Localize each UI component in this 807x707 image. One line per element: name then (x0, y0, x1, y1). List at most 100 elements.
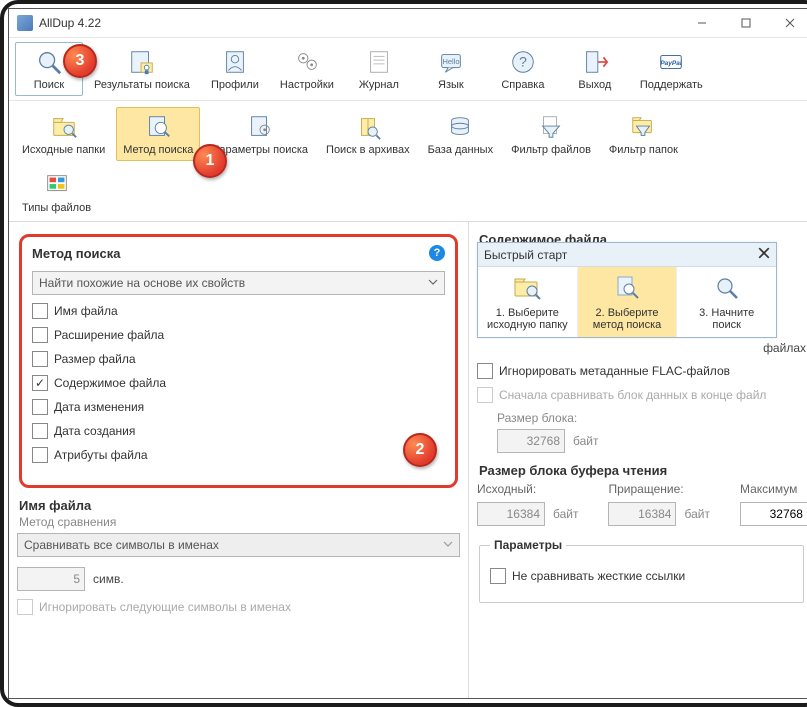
right-column: Содержимое файла Быстрый старт 1. Выбери… (469, 222, 807, 699)
ignore-flac-row[interactable]: Игнорировать метаданные FLAC-файлов (477, 363, 806, 379)
ignore-flac-check[interactable] (477, 363, 493, 379)
ribbon-results[interactable]: Результаты поиска (87, 42, 197, 96)
svg-text:Hello: Hello (442, 57, 459, 66)
ribbon-file-types[interactable]: Типы файлов (15, 165, 98, 219)
ignore-chars-check (17, 599, 33, 615)
ribbon-file-filter[interactable]: Фильтр файлов (504, 107, 598, 161)
ribbon-donate[interactable]: PayPalПоддержать (633, 42, 710, 96)
chevron-down-icon (443, 538, 453, 552)
left-column: Метод поиска ? Найти похожие на основе и… (9, 222, 469, 699)
filename-combo[interactable]: Сравнивать все символы в именах (17, 533, 460, 557)
src-folders-icon (47, 112, 81, 142)
max-input[interactable] (740, 502, 807, 526)
method-ext-label: Расширение файла (54, 328, 164, 342)
method-size-label: Размер файла (54, 352, 136, 366)
minimize-button[interactable] (680, 9, 724, 37)
method-ext-check[interactable] (32, 327, 48, 343)
hardlinks-row[interactable]: Не сравнивать жесткие ссылки (490, 568, 793, 584)
titlebar: AllDup 4.22 (9, 9, 807, 38)
method-cdate-row[interactable]: Дата создания (32, 423, 445, 439)
ribbon-profiles[interactable]: Профили (201, 42, 269, 96)
quick-step-2[interactable]: 2. Выберитеметод поиска (578, 267, 678, 337)
tail-first-label: Сначала сравнивать блок данных в конце ф… (499, 388, 766, 402)
ribbon: ПоискРезультаты поискаПрофилиНастройкиЖу… (9, 38, 807, 222)
ignore-flac-label: Игнорировать метаданные FLAC-файлов (499, 364, 730, 378)
search-method-icon (141, 112, 175, 142)
chevron-down-icon (428, 276, 438, 290)
file-types-icon (40, 170, 74, 200)
buffer-title: Размер блока буфера чтения (479, 463, 804, 478)
callout-1: 1 (193, 144, 227, 178)
method-ext-row[interactable]: Расширение файла (32, 327, 445, 343)
hardlinks-check[interactable] (490, 568, 506, 584)
ribbon-label: Фильтр папок (609, 144, 678, 156)
filename-sub: Метод сравнения (19, 515, 458, 529)
folder-filter-icon (626, 112, 660, 142)
ribbon-label: Язык (438, 79, 464, 91)
block-size-input (497, 429, 565, 453)
window-title: AllDup 4.22 (39, 16, 680, 30)
method-name-check[interactable] (32, 303, 48, 319)
min-chars-unit: симв. (93, 572, 124, 586)
ribbon-label: Выход (578, 79, 611, 91)
method-content-label: Содержимое файла (54, 376, 166, 390)
params-title: Параметры (490, 538, 566, 552)
file-filter-icon (534, 112, 568, 142)
src-header: Исходный: (477, 482, 578, 496)
method-content-check[interactable] (32, 375, 48, 391)
ribbon-settings[interactable]: Настройки (273, 42, 341, 96)
search-icon (32, 47, 66, 77)
close-button[interactable] (768, 9, 807, 37)
method-cdate-label: Дата создания (54, 424, 135, 438)
ribbon-label: Типы файлов (22, 202, 91, 214)
ribbon-src-folders[interactable]: Исходные папки (15, 107, 112, 161)
settings-icon (290, 47, 324, 77)
ribbon-journal[interactable]: Журнал (345, 42, 413, 96)
content-area: Метод поиска ? Найти похожие на основе и… (9, 222, 807, 699)
method-attr-row[interactable]: Атрибуты файла (32, 447, 445, 463)
block-size-label: Размер блока: (497, 411, 577, 425)
folder-search-icon (512, 273, 542, 303)
hardlinks-label: Не сравнивать жесткие ссылки (512, 569, 685, 583)
app-icon (17, 15, 33, 31)
method-cdate-check[interactable] (32, 423, 48, 439)
ribbon-language[interactable]: Hello Язык (417, 42, 485, 96)
help-icon[interactable]: ? (429, 245, 445, 261)
ribbon-label: Метод поиска (123, 144, 193, 156)
method-attr-check[interactable] (32, 447, 48, 463)
ribbon-label: Профили (211, 79, 259, 91)
ribbon-exit[interactable]: Выход (561, 42, 629, 96)
search-params-icon (243, 112, 277, 142)
close-icon[interactable] (758, 247, 770, 262)
ribbon-folder-filter[interactable]: Фильтр папок (602, 107, 685, 161)
ribbon-archive-search[interactable]: Поиск в архивах (319, 107, 417, 161)
method-name-row[interactable]: Имя файла (32, 303, 445, 319)
quick-step-3[interactable]: 3. Начнитепоиск (677, 267, 776, 337)
method-name-label: Имя файла (54, 304, 118, 318)
ribbon-label: Справка (501, 79, 544, 91)
method-mdate-check[interactable] (32, 399, 48, 415)
results-icon (125, 47, 159, 77)
maximize-button[interactable] (724, 9, 768, 37)
archive-search-icon (351, 112, 385, 142)
method-size-check[interactable] (32, 351, 48, 367)
document-search-icon (612, 273, 642, 303)
src-input (477, 502, 545, 526)
method-content-row[interactable]: Содержимое файла (32, 375, 445, 391)
method-combo[interactable]: Найти похожие на основе их свойств (32, 271, 445, 295)
ribbon-help[interactable]: ?Справка (489, 42, 557, 96)
ribbon-search-method[interactable]: Метод поиска (116, 107, 200, 161)
ribbon-label: Фильтр файлов (511, 144, 591, 156)
method-size-row[interactable]: Размер файла (32, 351, 445, 367)
filename-title: Имя файла (19, 498, 458, 513)
method-mdate-label: Дата изменения (54, 400, 144, 414)
quick-start-title: Быстрый старт (484, 248, 567, 262)
quick-step-1[interactable]: 1. Выберитеисходную папку (478, 267, 578, 337)
ribbon-database[interactable]: База данных (421, 107, 501, 161)
method-mdate-row[interactable]: Дата изменения (32, 399, 445, 415)
method-combo-value: Найти похожие на основе их свойств (39, 276, 245, 290)
callout-3: 3 (63, 44, 97, 78)
svg-text:PayPal: PayPal (661, 60, 683, 67)
ribbon-label: Журнал (359, 79, 399, 91)
ribbon-label: Поиск в архивах (326, 144, 410, 156)
